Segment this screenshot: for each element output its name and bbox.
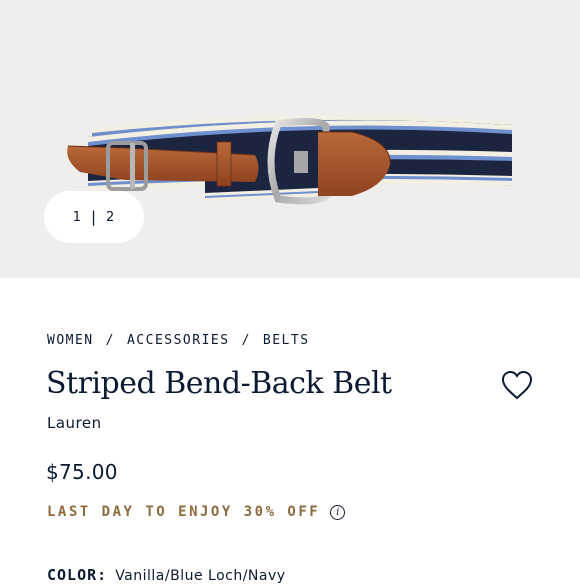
breadcrumb-item-women[interactable]: WOMEN: [47, 333, 94, 348]
pager-current: 1: [72, 209, 82, 225]
product-brand[interactable]: Lauren: [47, 414, 102, 432]
product-image-gallery[interactable]: 1 | 2: [0, 0, 580, 278]
color-label: COLOR:: [47, 566, 108, 584]
breadcrumb-separator: /: [241, 333, 251, 348]
breadcrumb: WOMEN / ACCESSORIES / BELTS: [47, 333, 310, 348]
color-selection: COLOR: Vanilla/Blue Loch/Navy: [47, 566, 286, 584]
color-value: Vanilla/Blue Loch/Navy: [115, 568, 286, 584]
gallery-pager[interactable]: 1 | 2: [44, 191, 144, 243]
breadcrumb-item-accessories[interactable]: ACCESSORIES: [127, 333, 230, 348]
info-icon[interactable]: i: [330, 504, 346, 520]
heart-icon[interactable]: [500, 369, 534, 401]
promo-banner: LAST DAY TO ENJOY 30% OFF i: [47, 504, 346, 520]
pager-total: 2: [106, 209, 116, 225]
pager-separator: |: [90, 208, 98, 226]
breadcrumb-item-belts[interactable]: BELTS: [263, 333, 310, 348]
breadcrumb-separator: /: [105, 333, 115, 348]
product-price: $75.00: [46, 460, 118, 484]
product-title: Striped Bend-Back Belt: [46, 366, 392, 401]
promo-text: LAST DAY TO ENJOY 30% OFF: [47, 504, 321, 520]
